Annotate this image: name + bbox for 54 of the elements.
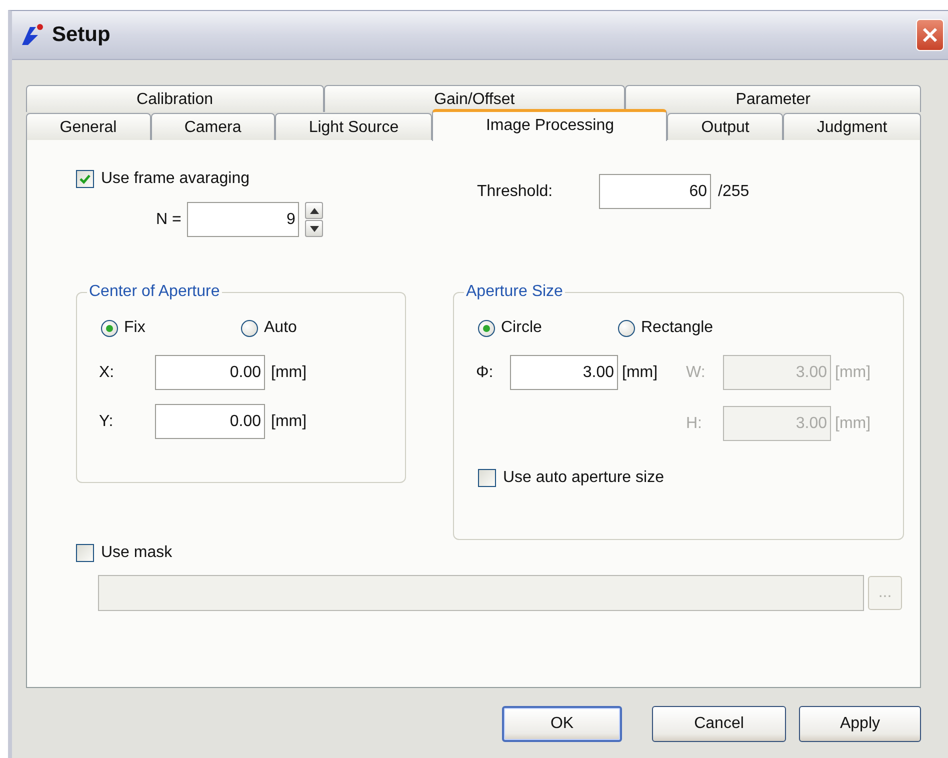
checkbox[interactable]	[76, 544, 94, 562]
field-label: Y:	[99, 412, 114, 430]
field-label: Threshold:	[477, 182, 554, 200]
unit-label: [mm]	[271, 412, 307, 430]
radio-button[interactable]	[101, 320, 118, 336]
radio-label[interactable]: Auto	[264, 319, 297, 337]
unit-label: [mm]	[835, 414, 872, 432]
radio-label[interactable]: Fix	[124, 319, 146, 337]
field-label: X:	[99, 364, 116, 382]
spin-down-button[interactable]	[305, 220, 324, 237]
input-field[interactable]: 0.00	[155, 355, 265, 390]
arrow-down-icon	[310, 226, 319, 232]
window-title: Setup	[52, 23, 112, 47]
checkbox[interactable]	[76, 170, 94, 188]
input-field[interactable]: 9	[187, 202, 300, 237]
unit-label: [mm]	[271, 364, 307, 382]
group-title: Aperture Size	[465, 283, 564, 301]
field-label: W:	[686, 364, 706, 382]
input-field[interactable]: 3.00	[510, 355, 618, 390]
field-label: Φ:	[476, 364, 494, 382]
group-title: Center of Aperture	[88, 283, 221, 301]
radio-button[interactable]	[618, 320, 635, 336]
input-field[interactable]: 0.00	[155, 404, 265, 439]
tab[interactable]: Light Source	[275, 113, 432, 140]
check-icon	[79, 173, 91, 185]
radio-button[interactable]	[478, 320, 495, 336]
dialog-button[interactable]: Cancel	[652, 706, 786, 742]
arrow-up-icon	[310, 208, 319, 214]
spin-up-button[interactable]	[305, 202, 324, 219]
tab[interactable]: Output	[667, 113, 784, 140]
input-field[interactable]: 60	[599, 174, 711, 209]
tab[interactable]: Image Processing	[432, 109, 668, 141]
checkbox-label[interactable]: Use frame avaraging	[101, 170, 250, 188]
unit-label: [mm]	[622, 364, 659, 382]
radio-label[interactable]: Circle	[501, 319, 542, 337]
tab[interactable]: Parameter	[625, 85, 922, 112]
tab[interactable]: Calibration	[26, 85, 324, 112]
radio-label[interactable]: Rectangle	[641, 319, 714, 337]
field-label: H:	[686, 414, 703, 432]
radio-button[interactable]	[241, 320, 258, 336]
tab[interactable]: Camera	[150, 113, 276, 140]
checkbox-label[interactable]: Use mask	[101, 544, 172, 562]
tab[interactable]: Gain/Offset	[324, 85, 626, 112]
app-logo-icon	[20, 23, 44, 47]
close-icon[interactable]	[916, 19, 944, 51]
checkbox-label[interactable]: Use auto aperture size	[503, 469, 664, 487]
field-label: N =	[156, 210, 182, 228]
unit-label: [mm]	[835, 364, 872, 382]
tab[interactable]: General	[26, 113, 151, 140]
checkbox[interactable]	[478, 469, 496, 487]
dialog-button[interactable]: Apply	[799, 706, 921, 742]
range-label: /255	[718, 182, 750, 200]
dialog-button[interactable]: OK	[502, 706, 622, 742]
tab[interactable]: Judgment	[783, 113, 921, 140]
